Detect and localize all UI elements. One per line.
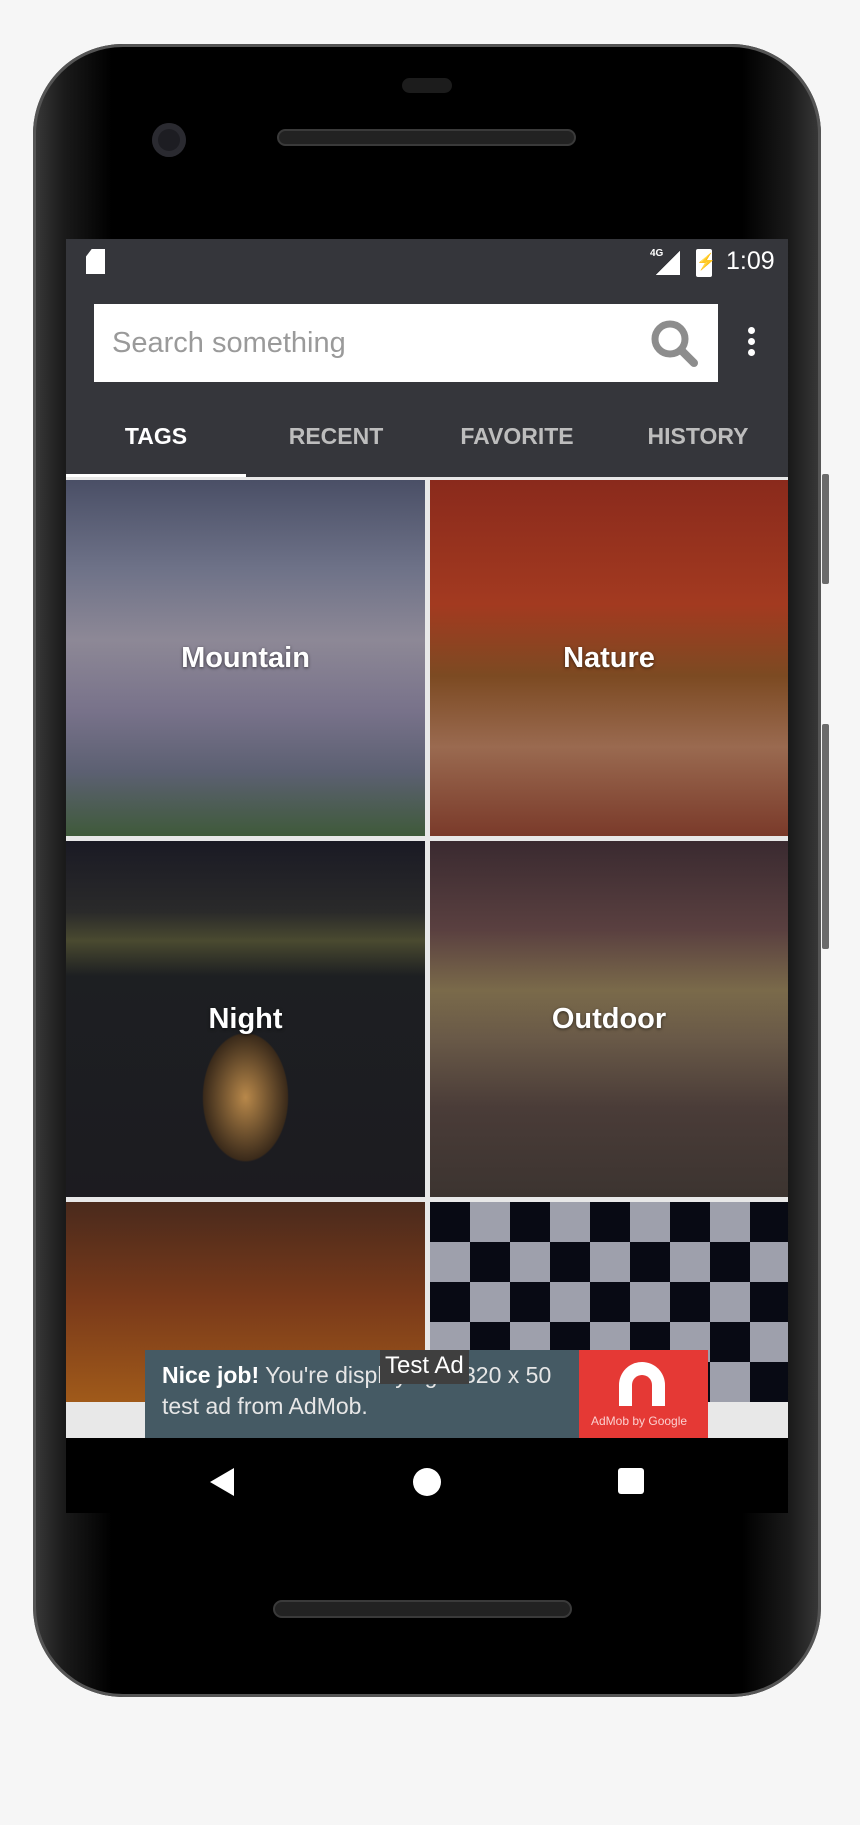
tile-label: Night [208,1002,283,1035]
clock: 1:09 [726,247,775,275]
tile-label: Outdoor [551,1002,667,1035]
ad-text: Nice job! You're displaying a 320 x 50 t… [162,1360,582,1422]
ad-banner[interactable]: Nice job! You're displaying a 320 x 50 t… [145,1350,708,1438]
tag-tile-outdoor[interactable]: Outdoor [430,841,788,1197]
back-icon[interactable] [210,1468,234,1496]
admob-logo: AdMob by Google [579,1350,708,1438]
nav-bar [66,1438,788,1513]
front-camera [152,123,186,157]
screen: 4G ⚡ 1:09 TAGS RECENT FAVORITE HISTORY M… [66,239,788,1513]
tile-label: Mountain [181,641,310,674]
search-input[interactable] [112,326,632,360]
tab-recent[interactable]: RECENT [246,396,426,477]
volume-button [822,724,829,949]
search-icon[interactable] [649,318,701,370]
power-button [822,474,829,584]
tag-tile-mountain[interactable]: Mountain [66,480,425,836]
sd-card-icon [86,249,105,274]
status-bar: 4G ⚡ 1:09 [66,239,788,289]
ad-headline: Nice job! [162,1362,260,1388]
tag-tile-nature[interactable]: Nature [430,480,788,836]
admob-icon [619,1362,665,1406]
admob-brand: AdMob by Google [591,1414,688,1428]
recents-icon[interactable] [618,1468,644,1494]
more-options-icon[interactable] [748,327,756,356]
tag-tile-night[interactable]: Night [66,841,425,1197]
test-ad-badge: Test Ad [380,1350,469,1384]
tab-tags[interactable]: TAGS [66,396,246,477]
tab-history[interactable]: HISTORY [608,396,788,477]
home-icon[interactable] [413,1468,441,1496]
tile-label: Nature [563,641,655,674]
search-box[interactable] [94,304,718,382]
signal-icon [656,251,680,275]
bottom-speaker [273,1600,572,1618]
app-bar: TAGS RECENT FAVORITE HISTORY [66,289,788,478]
top-slot [402,78,452,93]
battery-charging-icon: ⚡ [696,249,716,277]
earpiece-speaker [277,129,576,146]
tab-favorite[interactable]: FAVORITE [427,396,607,477]
